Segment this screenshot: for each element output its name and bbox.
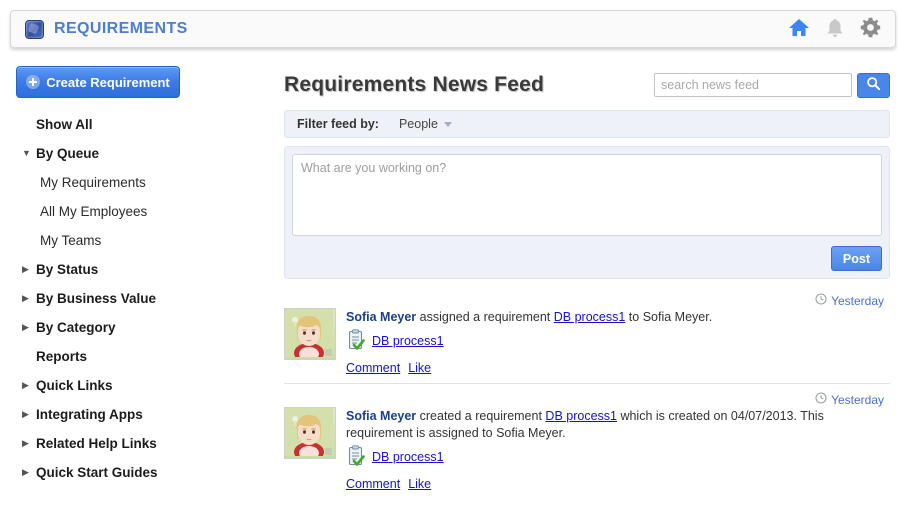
caret-right-icon: ▶ xyxy=(22,439,36,448)
sidebar-item-label: My Teams xyxy=(40,233,101,248)
caret-right-icon: ▶ xyxy=(22,323,36,332)
sidebar-item-quick-links[interactable]: ▶ Quick Links xyxy=(0,371,268,400)
news-feed-list: Yesterday xyxy=(284,285,890,499)
app-logo-icon xyxy=(25,20,44,39)
gear-icon[interactable] xyxy=(860,17,881,41)
caret-right-icon: ▶ xyxy=(22,294,36,303)
sidebar-item-by-category[interactable]: ▶ By Category xyxy=(0,313,268,342)
sidebar-item-my-teams[interactable]: My Teams xyxy=(0,226,268,255)
filter-label: Filter feed by: xyxy=(297,117,379,131)
filter-feed-by-dropdown[interactable]: People xyxy=(399,117,452,131)
sidebar-item-label: All My Employees xyxy=(40,204,147,219)
compose-panel: Post xyxy=(284,146,890,279)
requirement-clipboard-icon xyxy=(346,445,365,469)
filter-selected-value: People xyxy=(399,117,438,131)
sidebar-item-label: Reports xyxy=(36,349,87,364)
feed-timestamp: Yesterday xyxy=(815,392,884,407)
feed-item: Yesterday xyxy=(284,285,890,383)
feed-actions: Comment Like xyxy=(346,477,890,491)
attachment-link[interactable]: DB process1 xyxy=(372,450,444,464)
sidebar-item-reports[interactable]: Reports xyxy=(0,342,268,371)
avatar xyxy=(284,407,336,459)
page-title: Requirements News Feed xyxy=(284,73,544,97)
sidebar-item-label: Integrating Apps xyxy=(36,407,143,422)
sidebar-item-all-my-employees[interactable]: All My Employees xyxy=(0,197,268,226)
feed-text: Sofia Meyer created a requirement DB pro… xyxy=(346,408,890,442)
sidebar-item-label: My Requirements xyxy=(40,175,146,190)
feed-main: Sofia Meyer assigned a requirement DB pr… xyxy=(346,308,890,375)
comment-link[interactable]: Comment xyxy=(346,361,400,375)
feed-body: Sofia Meyer created a requirement DB pro… xyxy=(284,391,890,491)
feed-item: Yesterday xyxy=(284,383,890,499)
requirement-clipboard-icon xyxy=(346,329,365,353)
create-requirement-button[interactable]: Create Requirement xyxy=(16,66,180,98)
feed-main: Sofia Meyer created a requirement DB pro… xyxy=(346,407,890,491)
sidebar-item-label: Show All xyxy=(36,117,93,132)
feed-header: Requirements News Feed xyxy=(284,68,890,102)
sidebar-nav: Show All ▼ By Queue My Requirements All … xyxy=(0,110,268,487)
sidebar-item-label: Related Help Links xyxy=(36,436,157,451)
feed-author[interactable]: Sofia Meyer xyxy=(346,409,416,423)
sidebar-item-by-business-value[interactable]: ▶ By Business Value xyxy=(0,284,268,313)
caret-right-icon: ▶ xyxy=(22,410,36,419)
search-button[interactable] xyxy=(857,73,890,98)
feed-timestamp: Yesterday xyxy=(815,293,884,308)
app-title: REQUIREMENTS xyxy=(54,20,188,38)
sidebar-item-label: By Business Value xyxy=(36,291,156,306)
filter-bar: Filter feed by: People xyxy=(284,110,890,138)
sidebar-item-show-all[interactable]: Show All xyxy=(0,110,268,139)
sidebar-item-label: Quick Links xyxy=(36,378,113,393)
chevron-down-icon xyxy=(444,122,452,127)
header-icon-group xyxy=(788,17,881,41)
sidebar-item-my-requirements[interactable]: My Requirements xyxy=(0,168,268,197)
feed-attachment: DB process1 xyxy=(346,445,890,469)
feed-author[interactable]: Sofia Meyer xyxy=(346,310,416,324)
plus-circle-icon xyxy=(26,75,40,89)
feed-actions: Comment Like xyxy=(346,361,890,375)
sidebar-item-integrating-apps[interactable]: ▶ Integrating Apps xyxy=(0,400,268,429)
sidebar-item-quick-start-guides[interactable]: ▶ Quick Start Guides xyxy=(0,458,268,487)
caret-right-icon: ▶ xyxy=(22,381,36,390)
app-header: REQUIREMENTS xyxy=(10,10,896,48)
sidebar-item-label: By Queue xyxy=(36,146,99,161)
like-link[interactable]: Like xyxy=(408,477,431,491)
comment-link[interactable]: Comment xyxy=(346,477,400,491)
compose-textarea[interactable] xyxy=(292,154,882,236)
feed-text-before: assigned a requirement xyxy=(416,310,554,324)
sidebar-item-by-queue[interactable]: ▼ By Queue xyxy=(0,139,268,168)
feed-time-label: Yesterday xyxy=(831,393,884,407)
attachment-link[interactable]: DB process1 xyxy=(372,334,444,348)
feed-attachment: DB process1 xyxy=(346,329,890,353)
feed-text-after: to Sofia Meyer. xyxy=(625,310,712,324)
like-link[interactable]: Like xyxy=(408,361,431,375)
post-button[interactable]: Post xyxy=(831,246,882,271)
main-content: Requirements News Feed Filter feed by: P… xyxy=(268,58,900,523)
search-input[interactable] xyxy=(654,73,852,97)
bell-icon[interactable] xyxy=(826,18,844,41)
sidebar-item-label: By Status xyxy=(36,262,98,277)
feed-requirement-link[interactable]: DB process1 xyxy=(545,409,617,423)
search-icon xyxy=(866,76,881,94)
feed-text-before: created a requirement xyxy=(416,409,545,423)
home-icon[interactable] xyxy=(788,18,810,41)
sidebar-item-related-help-links[interactable]: ▶ Related Help Links xyxy=(0,429,268,458)
sidebar-item-label: Quick Start Guides xyxy=(36,465,158,480)
sidebar: Create Requirement Show All ▼ By Queue M… xyxy=(0,58,268,523)
search-area xyxy=(654,73,890,98)
avatar xyxy=(284,308,336,360)
feed-requirement-link[interactable]: DB process1 xyxy=(554,310,626,324)
sidebar-item-label: By Category xyxy=(36,320,116,335)
sidebar-item-by-status[interactable]: ▶ By Status xyxy=(0,255,268,284)
clock-icon xyxy=(815,392,827,407)
clock-icon xyxy=(815,293,827,308)
caret-down-icon: ▼ xyxy=(22,149,36,158)
feed-body: Sofia Meyer assigned a requirement DB pr… xyxy=(284,292,890,375)
caret-right-icon: ▶ xyxy=(22,468,36,477)
compose-actions: Post xyxy=(292,239,882,271)
feed-time-label: Yesterday xyxy=(831,294,884,308)
caret-right-icon: ▶ xyxy=(22,265,36,274)
feed-text: Sofia Meyer assigned a requirement DB pr… xyxy=(346,309,890,326)
create-requirement-label: Create Requirement xyxy=(46,75,170,90)
